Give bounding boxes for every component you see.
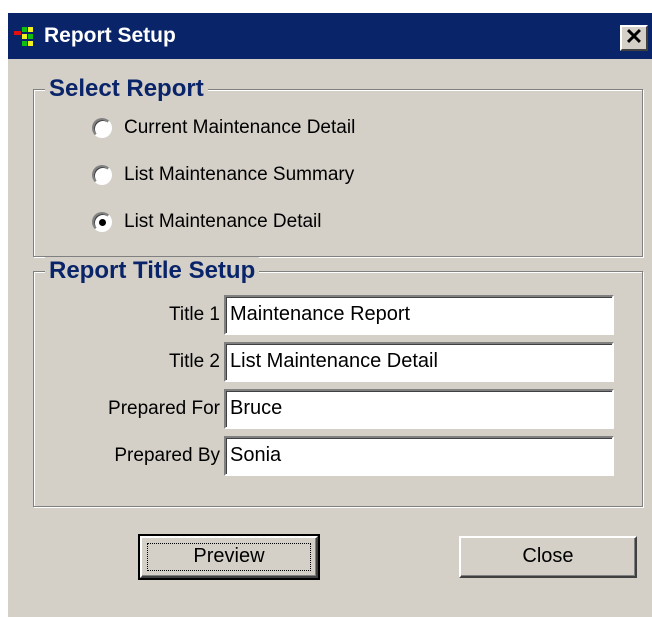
title2-label: Title 2 [168,351,220,372]
radio-button[interactable] [92,165,112,185]
radio-button-selected[interactable] [92,212,112,232]
prepared-for-field[interactable]: Bruce [224,389,614,429]
preview-button[interactable]: Preview [138,534,320,580]
report-title-setup-legend: Report Title Setup [45,257,260,285]
radio-list-maintenance-detail[interactable]: List Maintenance Detail [92,209,322,235]
prepared-by-label: Prepared By [114,445,220,466]
radio-dot-icon [99,219,106,226]
select-report-legend: Select Report [45,75,208,103]
radio-label: Current Maintenance Detail [124,117,356,138]
title-bar[interactable]: Report Setup ✕ [8,13,652,59]
window-title: Report Setup [44,24,176,47]
title1-field[interactable]: Maintenance Report [224,295,614,335]
app-icon [14,27,33,46]
close-button[interactable]: Close [459,536,637,578]
prepared-for-label: Prepared For [108,398,220,419]
report-setup-dialog: Report Setup ✕ Select Report Current Mai… [8,13,652,617]
radio-button[interactable] [92,118,112,138]
radio-label: List Maintenance Detail [124,211,322,232]
close-button-label: Close [522,545,574,567]
radio-list-maintenance-summary[interactable]: List Maintenance Summary [92,162,354,188]
title2-field[interactable]: List Maintenance Detail [224,342,614,382]
title1-label: Title 1 [168,304,220,325]
radio-label: List Maintenance Summary [124,164,355,185]
close-icon[interactable]: ✕ [620,25,648,51]
radio-current-maintenance-detail[interactable]: Current Maintenance Detail [92,115,355,141]
prepared-by-field[interactable]: Sonia [224,436,614,476]
preview-button-label: Preview [193,545,265,567]
